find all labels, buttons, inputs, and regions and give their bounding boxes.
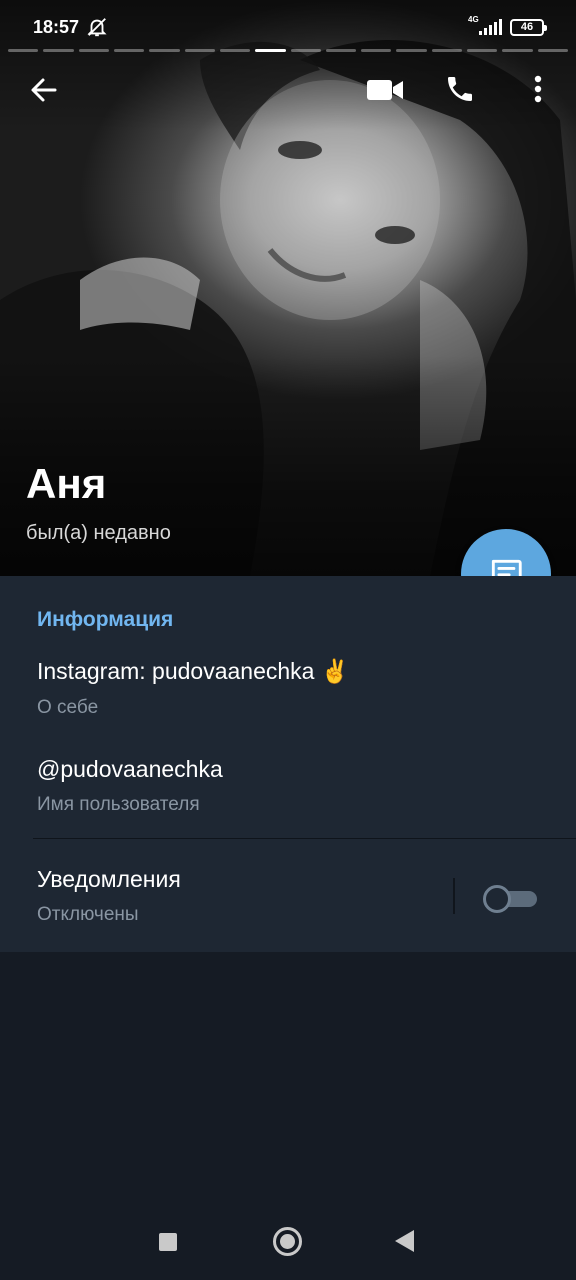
story-progress-segment xyxy=(255,49,286,52)
story-progress-segment xyxy=(537,49,568,52)
notifications-toggle[interactable] xyxy=(483,885,539,913)
status-bar: 18:57 4G 46 xyxy=(0,0,576,56)
story-progress xyxy=(8,49,568,52)
vertical-separator xyxy=(453,878,455,914)
bell-off-icon xyxy=(87,18,107,37)
story-progress-segment xyxy=(113,49,145,52)
section-title: Информация xyxy=(37,608,174,631)
story-progress-segment xyxy=(184,49,215,52)
notifications-state: Отключены xyxy=(37,904,139,925)
last-seen-status: был(а) недавно xyxy=(26,522,171,544)
video-camera-icon xyxy=(367,80,403,100)
battery-icon: 46 xyxy=(510,19,547,36)
system-back-button[interactable] xyxy=(395,1230,414,1252)
status-time: 18:57 xyxy=(33,17,80,37)
back-button[interactable] xyxy=(20,68,68,112)
profile-name: Аня xyxy=(26,460,107,507)
username-value: @pudovaanechka xyxy=(37,756,223,782)
story-progress-segment xyxy=(325,49,357,52)
story-progress-segment xyxy=(219,49,251,52)
bio-row[interactable]: Instagram: pudovaanechka ✌️ О себе xyxy=(0,656,576,728)
username-label: Имя пользователя xyxy=(37,794,200,815)
arrow-left-icon xyxy=(31,78,57,102)
call-button[interactable] xyxy=(436,66,484,112)
info-section: Информация Instagram: pudovaanechka ✌️ О… xyxy=(0,576,576,952)
bio-label: О себе xyxy=(37,697,99,718)
video-call-button[interactable] xyxy=(360,68,410,112)
story-progress-segment xyxy=(78,49,109,52)
story-progress-segment xyxy=(361,49,392,52)
story-progress-segment xyxy=(8,49,39,52)
notifications-title: Уведомления xyxy=(37,866,181,892)
story-progress-segment xyxy=(290,49,321,52)
story-progress-segment xyxy=(467,49,498,52)
story-progress-segment xyxy=(149,49,180,52)
more-vertical-icon xyxy=(534,75,542,103)
phone-icon xyxy=(448,77,472,101)
story-progress-segment xyxy=(502,49,533,52)
story-progress-segment xyxy=(396,49,427,52)
story-progress-segment xyxy=(43,49,74,52)
story-progress-segment xyxy=(431,49,463,52)
bio-value: Instagram: pudovaanechka ✌️ xyxy=(37,658,350,684)
username-row[interactable]: @pudovaanechka Имя пользователя xyxy=(0,754,576,826)
signal-icon xyxy=(479,19,502,35)
toggle-knob xyxy=(483,885,511,913)
divider xyxy=(33,838,576,839)
recents-button[interactable] xyxy=(159,1233,177,1251)
home-button[interactable] xyxy=(273,1227,302,1256)
more-options-button[interactable] xyxy=(516,66,560,112)
system-nav-bar xyxy=(0,1200,576,1280)
